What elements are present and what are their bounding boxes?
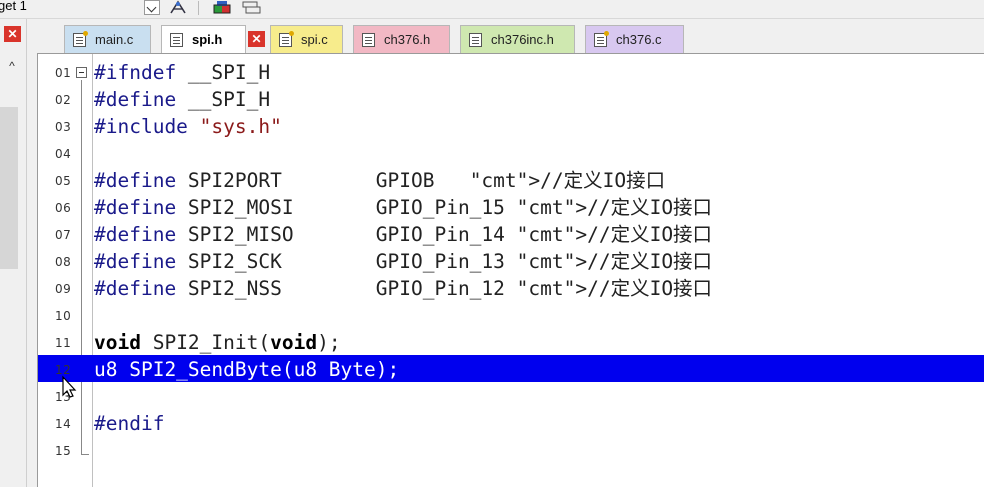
code-text[interactable]: #define SPI2_SCK GPIO_Pin_13 "cmt">//定义I… bbox=[94, 248, 712, 275]
tab-label: ch376inc.h bbox=[491, 32, 554, 47]
code-line[interactable]: 15 bbox=[38, 436, 984, 463]
code-line[interactable]: 03 #include "sys.h" bbox=[38, 112, 984, 139]
line-number: 15 bbox=[55, 444, 72, 458]
tab-label: ch376.h bbox=[384, 32, 431, 47]
code-line[interactable]: 05 #define SPI2PORT GPIOB "cmt">//定义IO接口 bbox=[38, 166, 984, 193]
target-dropdown-button[interactable] bbox=[144, 0, 160, 15]
panel-close-icon[interactable]: ✕ bbox=[4, 26, 21, 42]
line-number: 06 bbox=[55, 201, 72, 215]
line-number: 05 bbox=[55, 174, 72, 188]
code-line[interactable]: 12 u8 SPI2_SendByte(u8 Byte); bbox=[38, 355, 984, 382]
tab-spi-c[interactable]: spi.c bbox=[270, 25, 343, 53]
code-text[interactable]: #define __SPI_H bbox=[94, 86, 270, 113]
code-text[interactable]: #define SPI2_NSS GPIO_Pin_12 "cmt">//定义I… bbox=[94, 275, 712, 302]
line-number: 09 bbox=[55, 282, 72, 296]
code-line[interactable]: 10 bbox=[38, 301, 984, 328]
h-file-icon bbox=[362, 32, 375, 47]
code-editor[interactable]: 01 #ifndef __SPI_H 02 #define __SPI_H 03 #inc… bbox=[37, 53, 984, 487]
code-text[interactable]: #include "sys.h" bbox=[94, 113, 282, 140]
h-file-icon bbox=[469, 32, 482, 47]
manage-components-icon[interactable] bbox=[168, 0, 190, 15]
tab-ch376-h[interactable]: ch376.h bbox=[353, 25, 450, 53]
tab-spi-h[interactable]: spi.h bbox=[161, 25, 246, 53]
tab-ch376inc-h[interactable]: ch376inc.h bbox=[460, 25, 575, 53]
scroll-up-icon[interactable]: ^ bbox=[4, 59, 20, 73]
code-text[interactable]: #define SPI2_MOSI GPIO_Pin_15 "cmt">//定义… bbox=[94, 194, 712, 221]
tab-label: spi.c bbox=[301, 32, 328, 47]
line-number: 04 bbox=[55, 147, 72, 161]
line-number: 07 bbox=[55, 228, 72, 242]
line-number: 14 bbox=[55, 417, 72, 431]
code-text[interactable]: void SPI2_Init(void); bbox=[94, 329, 341, 356]
code-text[interactable]: u8 SPI2_SendByte(u8 Byte); bbox=[94, 356, 399, 383]
target-select-label[interactable]: get 1 bbox=[0, 0, 27, 13]
code-text[interactable]: #define SPI2PORT GPIOB "cmt">//定义IO接口 bbox=[94, 167, 665, 194]
tab-main-c[interactable]: main.c bbox=[64, 25, 151, 53]
line-number: 10 bbox=[55, 309, 72, 323]
tab-ch376-c[interactable]: ch376.c bbox=[585, 25, 684, 53]
code-line[interactable]: 07 #define SPI2_MISO GPIO_Pin_14 "cmt">//… bbox=[38, 220, 984, 247]
code-line[interactable]: 06 #define SPI2_MOSI GPIO_Pin_15 "cmt">//… bbox=[38, 193, 984, 220]
close-tab-icon[interactable]: ✕ bbox=[248, 31, 265, 47]
code-line[interactable]: 13 bbox=[38, 382, 984, 409]
pack-installer-icon[interactable] bbox=[212, 0, 234, 15]
window-layout-icon[interactable] bbox=[240, 0, 262, 15]
code-line[interactable]: 11 void SPI2_Init(void); bbox=[38, 328, 984, 355]
editor-tabbar: main.c spi.h ✕ spi.c ch376.h ch376inc.h ch376.… bbox=[27, 19, 984, 53]
code-line[interactable]: 14 #endif bbox=[38, 409, 984, 436]
code-text[interactable]: #define SPI2_MISO GPIO_Pin_14 "cmt">//定义… bbox=[94, 221, 712, 248]
c-file-icon bbox=[594, 30, 609, 47]
c-file-icon bbox=[279, 30, 294, 47]
h-file-icon bbox=[170, 32, 183, 47]
line-number: 01 bbox=[55, 66, 72, 80]
line-number: 02 bbox=[55, 93, 72, 107]
code-line[interactable]: 02 #define __SPI_H bbox=[38, 85, 984, 112]
line-number: 08 bbox=[55, 255, 72, 269]
code-line[interactable]: 04 bbox=[38, 139, 984, 166]
panel-scrollbar[interactable] bbox=[0, 107, 18, 269]
tab-label: ch376.c bbox=[616, 32, 662, 47]
code-text[interactable]: #ifndef __SPI_H bbox=[94, 59, 270, 86]
tab-label: main.c bbox=[95, 32, 134, 47]
line-number: 03 bbox=[55, 120, 72, 134]
fold-toggle-icon[interactable] bbox=[76, 67, 87, 78]
toolbar-separator bbox=[198, 1, 199, 15]
code-text[interactable]: #endif bbox=[94, 410, 164, 437]
code-line[interactable]: 08 #define SPI2_SCK GPIO_Pin_13 "cmt">//定… bbox=[38, 247, 984, 274]
project-panel: ✕ ^ bbox=[0, 19, 27, 487]
tab-label: spi.h bbox=[192, 32, 223, 47]
code-line[interactable]: 01 #ifndef __SPI_H bbox=[38, 58, 984, 85]
mouse-cursor-icon bbox=[62, 375, 77, 398]
toolbar: get 1 bbox=[0, 0, 984, 19]
code-line[interactable]: 09 #define SPI2_NSS GPIO_Pin_12 "cmt">//定… bbox=[38, 274, 984, 301]
line-number: 11 bbox=[55, 336, 72, 350]
c-file-icon bbox=[73, 30, 88, 47]
